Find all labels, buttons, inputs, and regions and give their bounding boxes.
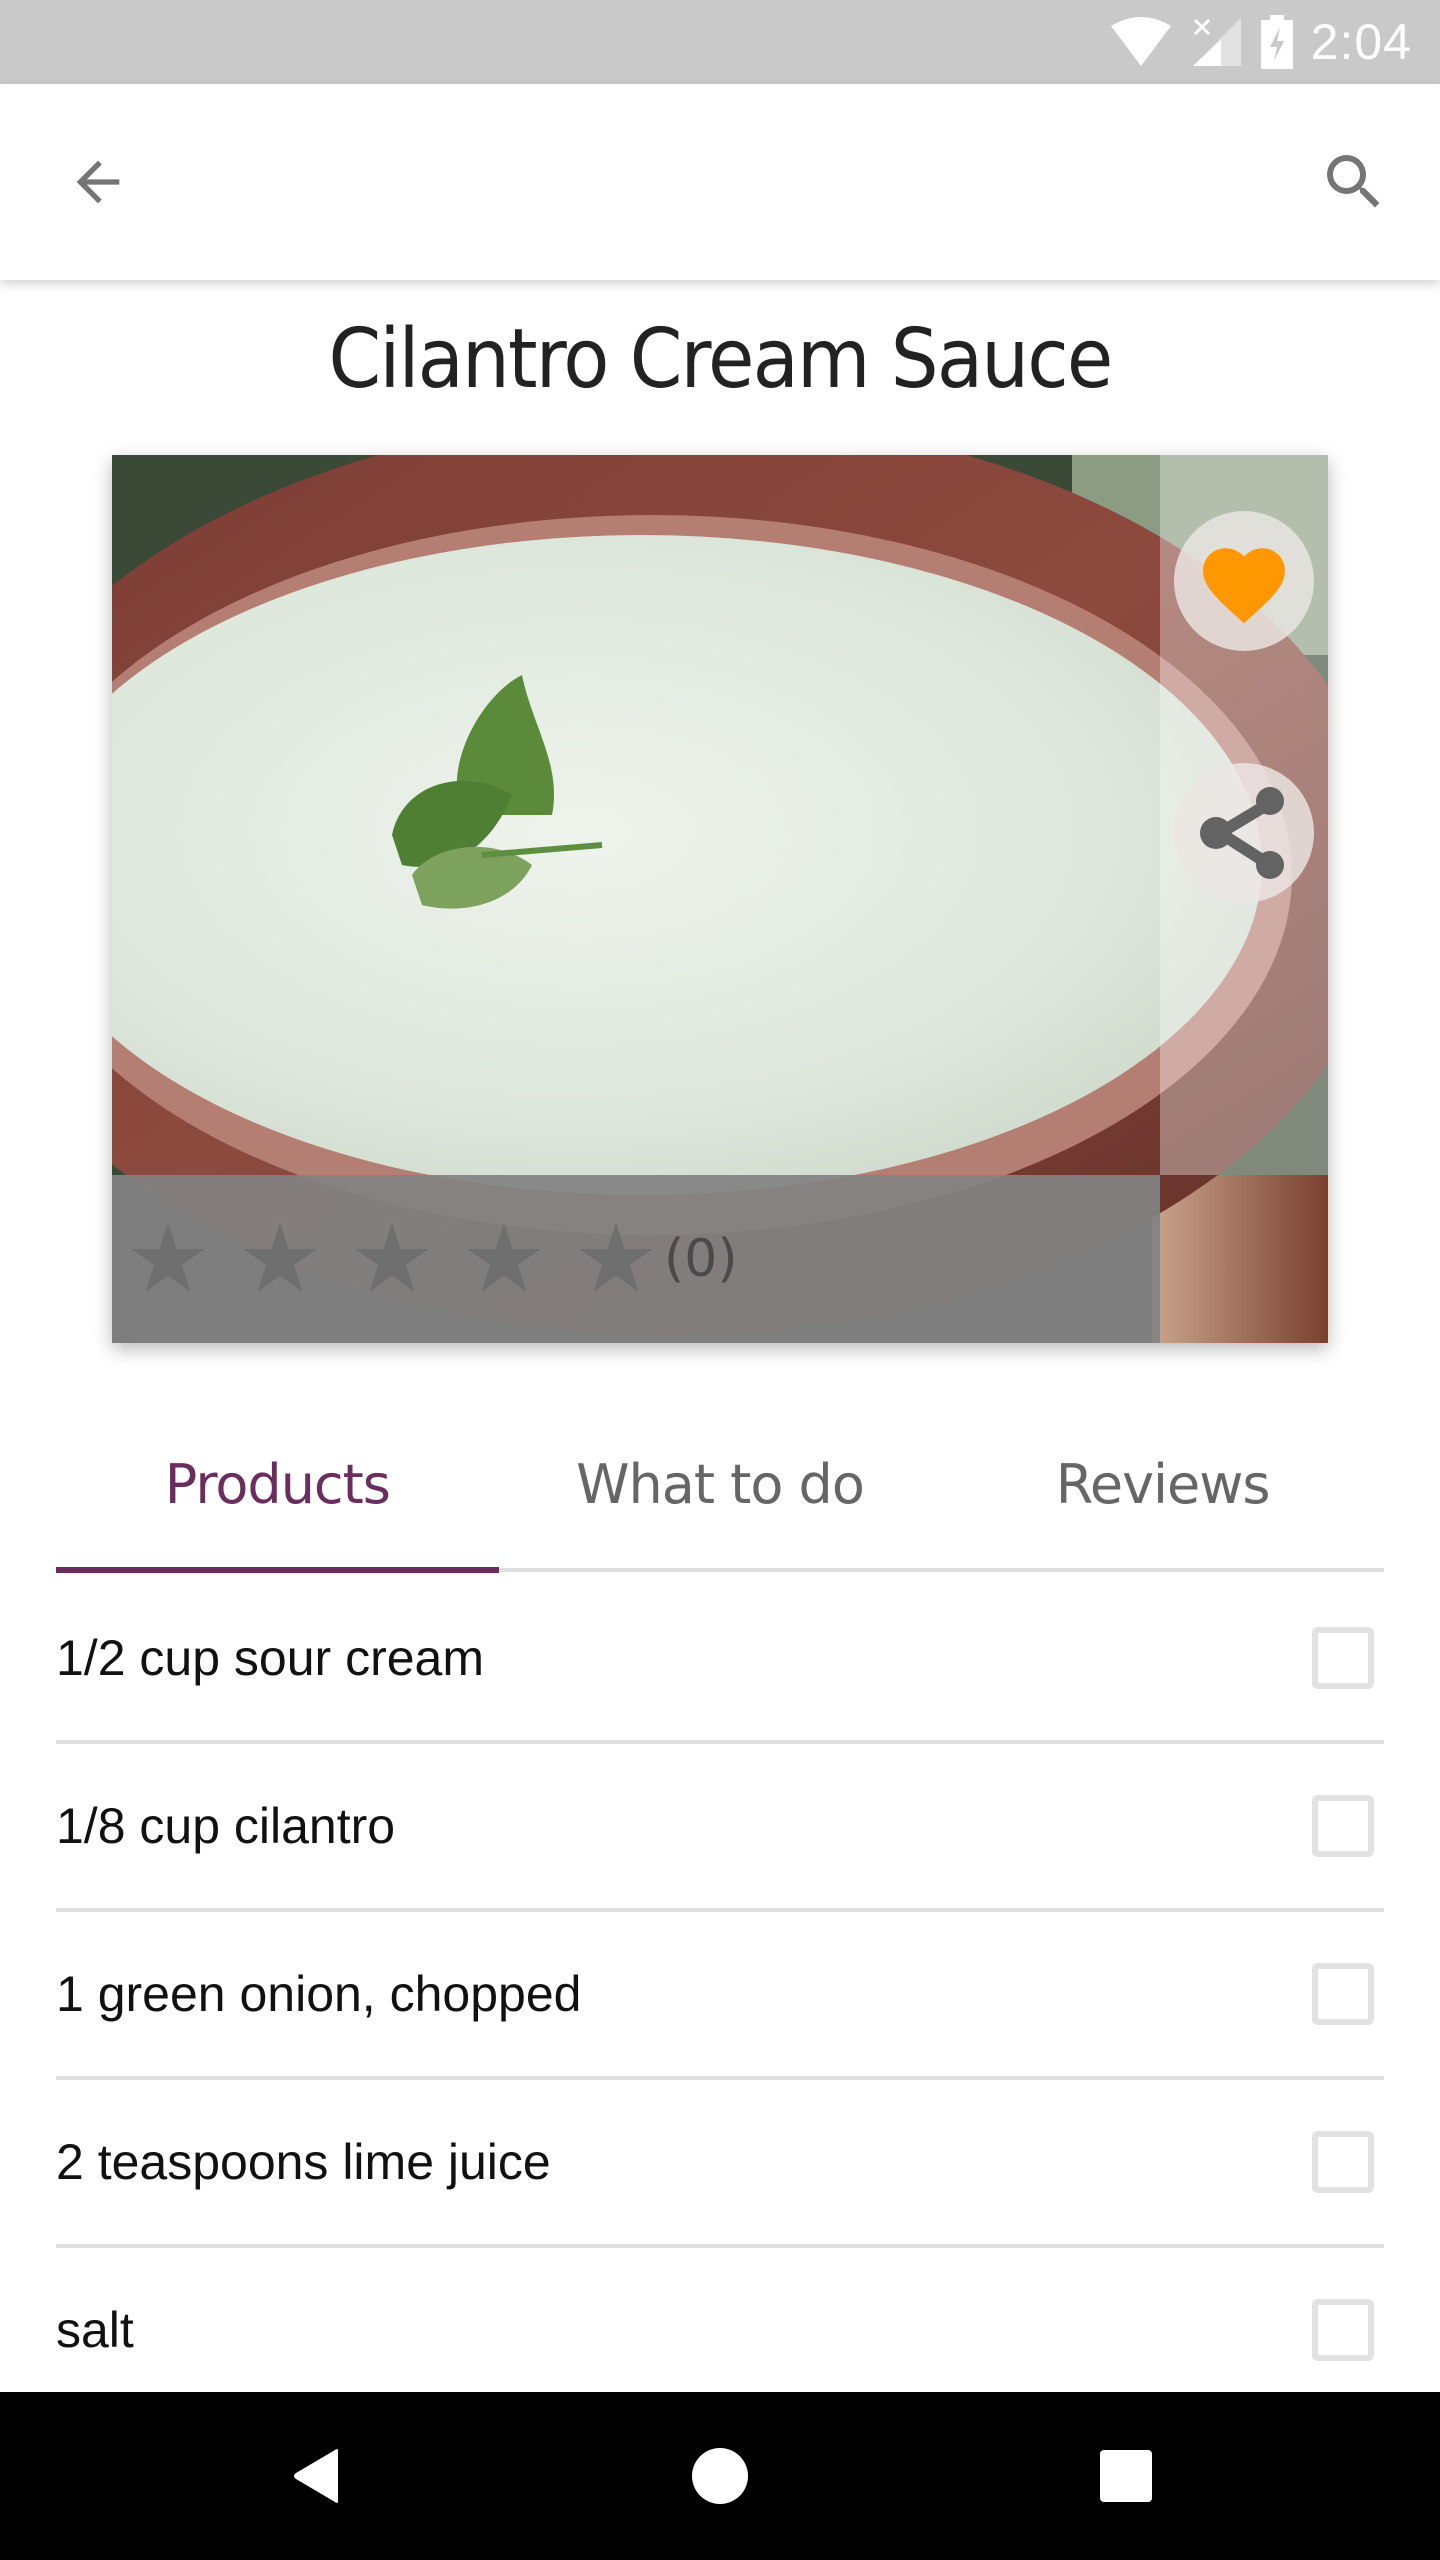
share-icon — [1200, 787, 1284, 879]
wifi-icon — [1110, 17, 1171, 66]
favorite-button[interactable] — [1174, 511, 1314, 651]
search-button[interactable] — [1304, 132, 1404, 232]
tab-what-to-do[interactable]: What to do — [499, 1400, 942, 1568]
signal-no-service-icon — [1192, 18, 1241, 66]
ingredient-item: 1/2 cup sour cream — [56, 1576, 1384, 1744]
recipe-title: Cilantro Cream Sauce — [328, 312, 1114, 407]
battery-charging-icon — [1260, 15, 1293, 69]
tab-reviews[interactable]: Reviews — [941, 1400, 1384, 1568]
ingredient-checkbox[interactable] — [1312, 2299, 1374, 2361]
ingredient-item: 1/8 cup cilantro — [56, 1744, 1384, 1912]
app-toolbar — [0, 84, 1440, 280]
nav-home-button[interactable] — [670, 2426, 770, 2526]
star-icon[interactable] — [128, 1219, 208, 1299]
rating-bar: (0) — [112, 1175, 1160, 1343]
system-nav-bar — [0, 2392, 1440, 2560]
nav-home-icon — [692, 2448, 748, 2504]
ingredient-checkbox[interactable] — [1312, 1627, 1374, 1689]
ingredient-checkbox[interactable] — [1312, 2131, 1374, 2193]
ingredient-label: 1/2 cup sour cream — [56, 1630, 484, 1686]
ingredient-label: 1 green onion, chopped — [56, 1966, 582, 2022]
ingredient-checkbox[interactable] — [1312, 1795, 1374, 1857]
arrow-back-icon — [76, 160, 120, 204]
rating-count: (0) — [664, 1229, 738, 1289]
ingredient-item: 2 teaspoons lime juice — [56, 2080, 1384, 2248]
recipe-tabs: Products What to do Reviews — [56, 1400, 1384, 1573]
recipe-image-card: (0) — [112, 455, 1328, 1343]
back-button[interactable] — [48, 132, 148, 232]
heart-icon — [1203, 548, 1285, 624]
ingredient-list: 1/2 cup sour cream 1/8 cup cilantro 1 gr… — [56, 1576, 1384, 2416]
star-icon[interactable] — [240, 1219, 320, 1299]
ingredient-label: salt — [56, 2302, 134, 2358]
ingredient-checkbox[interactable] — [1312, 1963, 1374, 2025]
tab-products[interactable]: Products — [56, 1400, 499, 1573]
star-icon[interactable] — [576, 1219, 656, 1299]
status-time: 2:04 — [1310, 14, 1412, 70]
ingredient-label: 1/8 cup cilantro — [56, 1798, 396, 1854]
status-bar: 2:04 — [0, 0, 1440, 84]
star-icon[interactable] — [352, 1219, 432, 1299]
nav-back-icon — [294, 2449, 338, 2503]
ingredient-label: 2 teaspoons lime juice — [56, 2134, 551, 2190]
search-icon — [1327, 155, 1380, 208]
nav-recents-button[interactable] — [1076, 2426, 1176, 2526]
nav-recents-icon — [1100, 2450, 1152, 2502]
ingredient-item: salt — [56, 2248, 1384, 2416]
star-icon[interactable] — [464, 1219, 544, 1299]
share-button[interactable] — [1174, 763, 1314, 903]
nav-back-button[interactable] — [266, 2426, 366, 2526]
ingredient-item: 1 green onion, chopped — [56, 1912, 1384, 2080]
status-icons: 2:04 — [1109, 0, 1412, 84]
